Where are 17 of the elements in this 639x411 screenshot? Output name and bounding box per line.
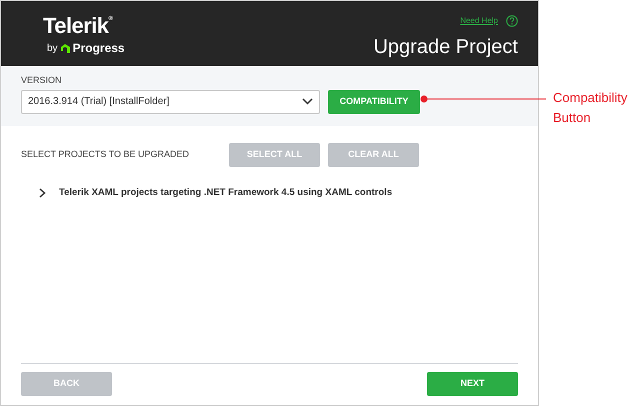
select-projects-label: SELECT PROJECTS TO BE UPGRADED <box>21 148 190 162</box>
chevron-right-icon <box>39 188 46 198</box>
window-title: Upgrade Project <box>373 35 518 60</box>
help-icon[interactable] <box>506 15 518 27</box>
version-dropdown[interactable]: 2016.3.914 (Trial) [InstallFolder] <box>21 90 320 114</box>
annotation-text: Button <box>553 109 592 127</box>
version-label: VERSION <box>21 74 63 87</box>
annotation-text: Compatibility <box>553 89 628 107</box>
chevron-down-icon <box>302 98 313 105</box>
compatibility-button[interactable]: COMPATIBILITY <box>328 90 420 114</box>
logo-icon <box>60 43 70 53</box>
logo-company: Progress <box>72 40 125 57</box>
nav-button[interactable]: NEXT <box>427 372 518 396</box>
logo-name: Telerik$^{®}$ <box>43 15 112 37</box>
project-group-row[interactable]: Telerik XAML projects targeting .NET Framework 4.5 using XAML controls <box>39 186 500 200</box>
help-link[interactable]: Need Help <box>460 15 498 27</box>
logo-by: by <box>47 42 58 56</box>
